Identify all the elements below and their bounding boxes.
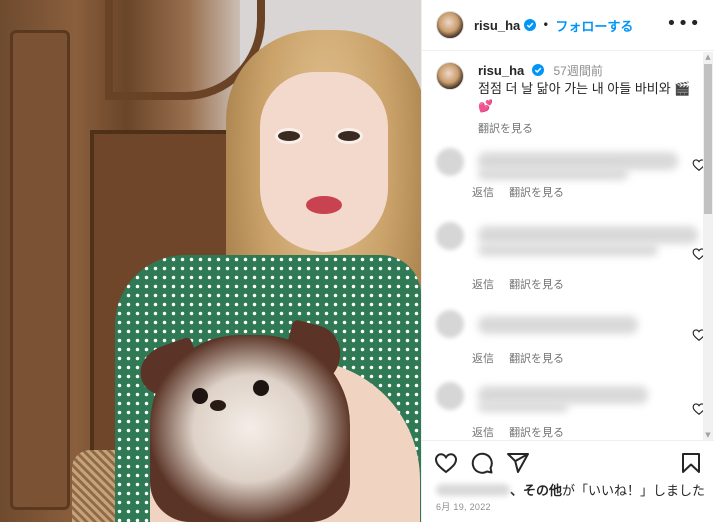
comment-text-blurred [478, 402, 568, 412]
caption-timestamp[interactable]: 57週間前 [554, 64, 603, 78]
caption-text: 점점 더 날 닮아 가는 내 아들 바비와 [478, 81, 671, 96]
bookmark-icon[interactable] [679, 451, 703, 475]
verified-badge-icon [524, 19, 537, 31]
photo-dog [150, 335, 350, 522]
post-sidebar: risu_ha • フォローする ••• risu_ha 57週間前 점점 더 … [421, 0, 714, 522]
share-icon[interactable] [506, 451, 530, 475]
comment-text-blurred [478, 226, 698, 244]
scroll-down-arrow-icon[interactable]: ▼ [703, 430, 713, 440]
photo-lips [306, 196, 342, 214]
comment-text-blurred [478, 316, 638, 334]
comment-actions: 返信 翻訳を見る [472, 276, 576, 292]
photo-face [260, 72, 388, 252]
reply-button[interactable]: 返信 [472, 187, 494, 199]
comment-text-blurred [478, 244, 658, 256]
reply-button[interactable]: 返信 [472, 279, 494, 291]
liker-name-blurred [436, 484, 510, 496]
heart-icon[interactable] [434, 451, 458, 475]
translate-button[interactable]: 翻訳を見る [509, 279, 564, 291]
post-date[interactable]: 6月 19, 2022 [436, 500, 491, 513]
translate-button[interactable]: 翻訳を見る [509, 427, 564, 439]
post-caption: risu_ha 57週間前 점점 더 날 닮아 가는 내 아들 바비와 🎬 💕 … [436, 62, 706, 138]
post-photo[interactable] [0, 0, 421, 522]
verified-badge-icon [531, 64, 544, 76]
reply-button[interactable]: 返信 [472, 427, 494, 439]
comment-item: 返信 翻訳を見る [436, 382, 706, 444]
translate-button[interactable]: 翻訳を見る [509, 353, 564, 365]
clapper-emoji-icon: 🎬 [674, 81, 691, 96]
photo-eye [335, 128, 363, 144]
avatar[interactable] [436, 382, 464, 410]
scrollbar-thumb[interactable] [704, 64, 712, 214]
comment-item: 返信 翻訳を見る [436, 148, 706, 210]
photo-chair [72, 450, 117, 522]
comment-actions: 返信 翻訳を見る [472, 350, 576, 366]
comment-item: 返信 翻訳を見る [436, 222, 706, 291]
photo-wood-panel [10, 30, 70, 510]
avatar[interactable] [436, 62, 464, 90]
caption-heart-emoji: 💕 [478, 99, 493, 113]
avatar[interactable] [436, 148, 464, 176]
comment-text-blurred [478, 168, 628, 180]
comment-actions: 返信 翻訳を見る [472, 424, 576, 440]
post-header: risu_ha • フォローする ••• [422, 0, 714, 51]
likes-text: が「いいね！」しました [562, 483, 706, 498]
photo-eye [275, 128, 303, 144]
separator-dot: • [542, 18, 550, 32]
comment-icon[interactable] [470, 451, 494, 475]
translate-button[interactable]: 翻訳を見る [509, 187, 564, 199]
more-options-icon[interactable]: ••• [666, 14, 701, 34]
avatar[interactable] [436, 11, 464, 39]
caption-username[interactable]: risu_ha [478, 63, 524, 78]
comment-item: 返信 翻訳を見る [436, 310, 706, 372]
post-action-bar [422, 440, 714, 484]
photo-dog-eye [253, 380, 269, 396]
comments-scrollbar[interactable]: ▲ ▼ [703, 52, 713, 440]
follow-button[interactable]: フォローする [555, 16, 633, 35]
photo-dog-nose [210, 400, 226, 411]
photo-dog-eye [192, 388, 208, 404]
comment-actions: 返信 翻訳を見る [472, 184, 576, 200]
reply-button[interactable]: 返信 [472, 353, 494, 365]
avatar[interactable] [436, 310, 464, 338]
avatar[interactable] [436, 222, 464, 250]
scroll-up-arrow-icon[interactable]: ▲ [703, 52, 713, 62]
username-link[interactable]: risu_ha [474, 18, 520, 33]
likes-others[interactable]: 、その他 [510, 483, 562, 498]
likes-summary[interactable]: 、その他が「いいね！」しました [436, 480, 705, 499]
caption-translate-link[interactable]: 翻訳を見る [478, 121, 706, 138]
